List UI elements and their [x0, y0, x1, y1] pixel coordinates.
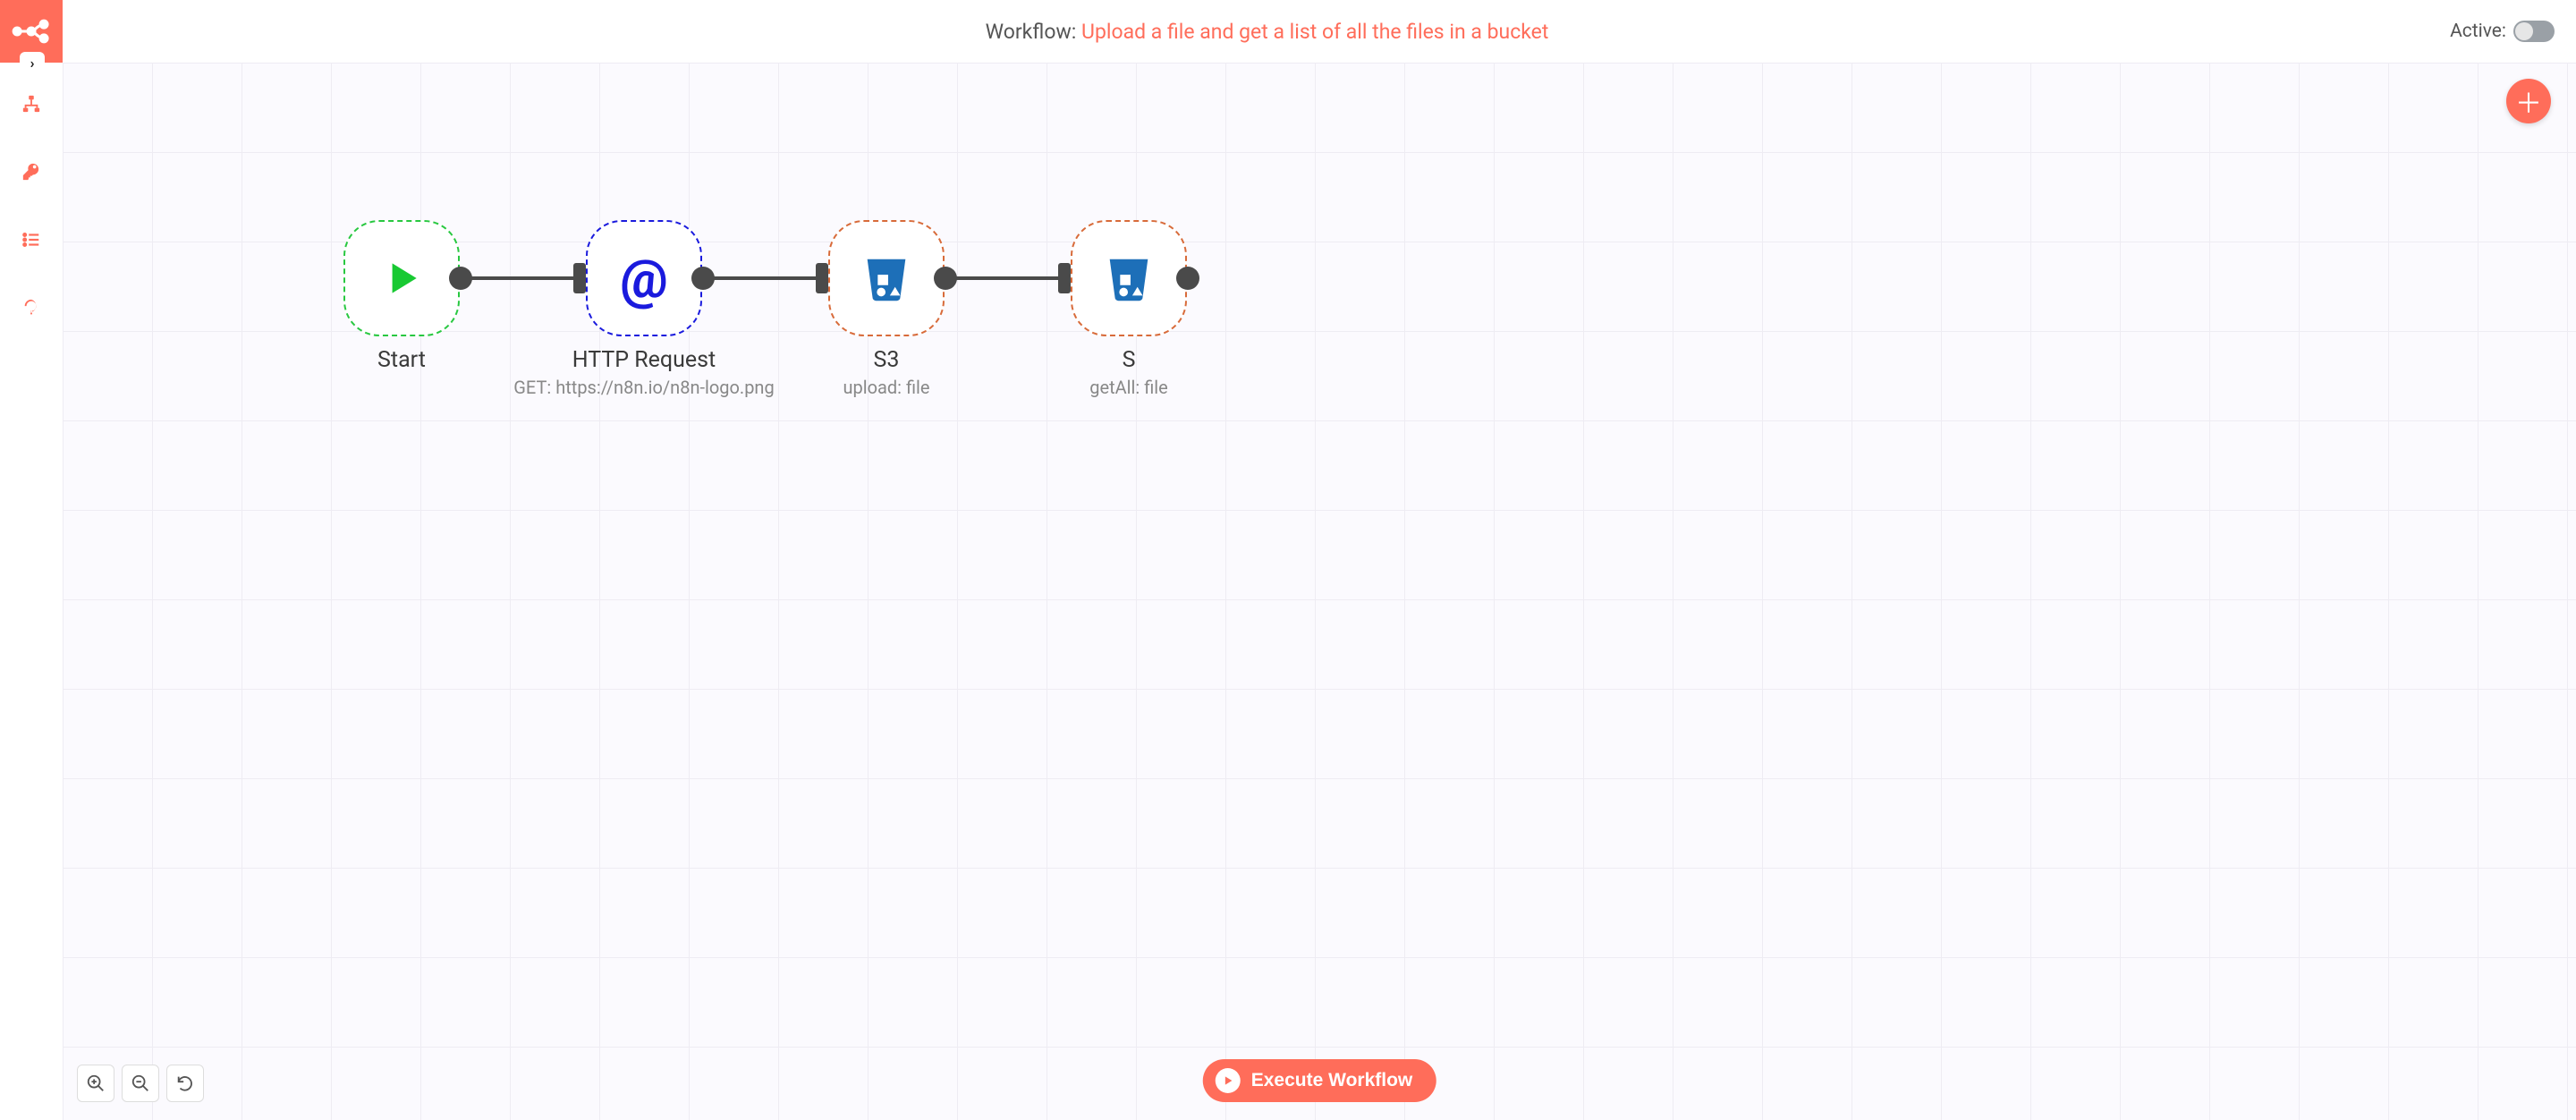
sidebar-item-help[interactable] [15, 292, 47, 324]
active-toggle-group: Active: [2450, 21, 2555, 42]
output-port[interactable] [691, 267, 715, 290]
zoom-controls [77, 1065, 204, 1102]
node-title: S [986, 347, 1272, 373]
play-circle-icon [1216, 1068, 1241, 1093]
node-s3-upload[interactable]: S3 upload: file [828, 220, 945, 336]
at-icon: @ [620, 247, 668, 310]
bucket-icon [859, 250, 914, 306]
node-links [63, 63, 2576, 1120]
output-port[interactable] [1176, 267, 1199, 290]
main-area: Workflow: Upload a file and get a list o… [63, 0, 2576, 1120]
zoom-in-icon [86, 1073, 106, 1093]
execute-label: Execute Workflow [1251, 1070, 1413, 1091]
node-start[interactable]: Start [343, 220, 460, 336]
input-port[interactable] [816, 263, 828, 293]
sidebar-item-workflows[interactable] [15, 88, 47, 120]
sitemap-icon [21, 94, 41, 114]
chevron-right-icon: › [30, 55, 35, 72]
question-icon [21, 298, 41, 318]
output-port[interactable] [449, 267, 472, 290]
node-http-request[interactable]: @ HTTP Request GET: https://n8n.io/n8n-l… [586, 220, 702, 336]
reset-zoom-button[interactable] [166, 1065, 204, 1102]
key-icon [21, 162, 41, 182]
output-port[interactable] [934, 267, 957, 290]
execute-workflow-button[interactable]: Execute Workflow [1203, 1059, 1436, 1102]
sidebar-item-executions[interactable] [15, 224, 47, 256]
canvas[interactable]: Start @ HTTP Request GET: https://n8n.io… [63, 63, 2576, 1120]
active-toggle[interactable] [2513, 21, 2555, 42]
node-subtitle: getAll: file [986, 377, 1272, 398]
expand-sidebar-button[interactable]: › [20, 52, 45, 73]
toggle-knob [2515, 22, 2533, 40]
zoom-out-button[interactable] [122, 1065, 159, 1102]
sidebar: › [0, 0, 63, 1120]
zoom-out-icon [131, 1073, 150, 1093]
n8n-logo-icon [12, 12, 51, 51]
undo-icon [175, 1073, 195, 1093]
workflow-title[interactable]: Workflow: Upload a file and get a list o… [84, 20, 2450, 44]
plus-icon: ＋ [2515, 81, 2542, 121]
play-icon [379, 256, 424, 301]
workflow-name: Upload a file and get a list of all the … [1081, 20, 1548, 44]
input-port[interactable] [1058, 263, 1071, 293]
add-node-button[interactable]: ＋ [2506, 79, 2551, 123]
sidebar-item-credentials[interactable] [15, 156, 47, 188]
list-icon [21, 230, 41, 250]
active-label: Active: [2450, 21, 2506, 42]
topbar: Workflow: Upload a file and get a list o… [63, 0, 2576, 63]
workflow-title-prefix: Workflow: [986, 20, 1081, 44]
input-port[interactable] [573, 263, 586, 293]
node-s3-getall[interactable]: S getAll: file [1071, 220, 1187, 336]
zoom-in-button[interactable] [77, 1065, 114, 1102]
bucket-icon [1101, 250, 1157, 306]
